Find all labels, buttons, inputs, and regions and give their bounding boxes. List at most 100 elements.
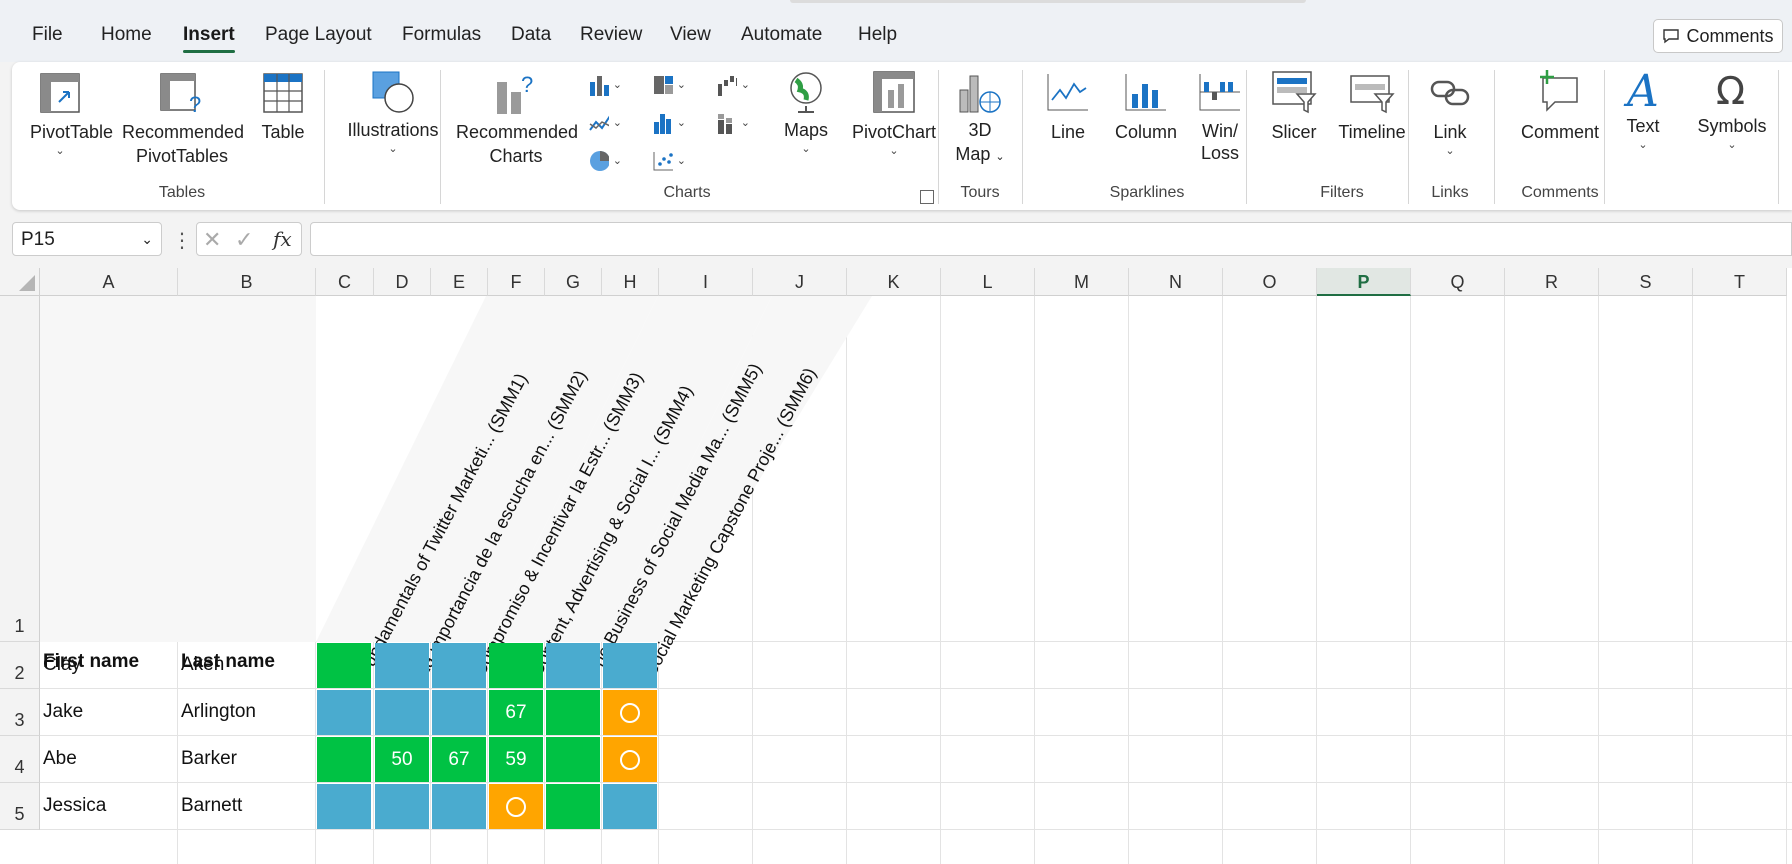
tab-help[interactable]: Help [858,24,897,46]
pivottable-button[interactable]: PivotTable ⌄ [30,72,113,158]
course-status-cell[interactable] [603,643,657,688]
recommended-charts-button[interactable]: ? Recommended Charts [456,70,578,168]
course-status-cell[interactable] [317,784,371,829]
course-status-cell[interactable] [432,643,486,688]
comments-button[interactable]: Comments [1653,19,1783,53]
tab-formulas[interactable]: Formulas [402,24,481,46]
course-status-cell[interactable] [317,690,371,735]
hierarchy-chart-button[interactable]: ⌄ [652,70,686,100]
tab-automate[interactable]: Automate [741,24,822,46]
column-header-t[interactable]: T [1693,268,1787,296]
course-status-cell[interactable] [375,784,429,829]
course-status-cell[interactable]: 59 [489,737,543,782]
column-header-q[interactable]: Q [1411,268,1505,296]
select-all-button[interactable] [0,268,40,296]
column-header-e[interactable]: E [431,268,488,296]
tab-review[interactable]: Review [580,24,642,46]
combo-chart-button[interactable]: ⌄ [716,108,750,138]
course-status-cell[interactable] [603,737,657,782]
column-header-f[interactable]: F [488,268,545,296]
row-header-2[interactable]: 2 [0,642,40,689]
column-header-h[interactable]: H [602,268,659,296]
course-status-cell[interactable] [432,690,486,735]
insert-function-icon[interactable]: fx [273,227,292,251]
new-comment-button[interactable]: Comment [1506,70,1614,144]
course-status-cell[interactable] [603,690,657,735]
column-header-s[interactable]: S [1599,268,1693,296]
waterfall-chart-button[interactable]: ⌄ [716,70,750,100]
column-header-k[interactable]: K [847,268,941,296]
cell-first-name[interactable]: Jessica [43,795,106,817]
column-header-c[interactable]: C [316,268,374,296]
scatter-chart-button[interactable]: ⌄ [652,146,686,176]
chevron-down-icon[interactable]: ⌄ [141,231,153,248]
row-header-3[interactable]: 3 [0,689,40,736]
sparkline-line-button[interactable]: Line [1040,70,1096,144]
dialog-launcher-icon[interactable] [920,190,934,204]
column-header-b[interactable]: B [178,268,316,296]
cell-last-name[interactable]: Aken [181,654,224,676]
more-options-icon[interactable]: ⋮ [172,228,192,253]
sparkline-winloss-button[interactable]: Win/ Loss [1192,70,1248,164]
tab-page-layout[interactable]: Page Layout [265,24,372,46]
cell-last-name[interactable]: Barnett [181,795,242,817]
column-header-i[interactable]: I [659,268,753,296]
column-chart-button[interactable]: ⌄ [588,70,622,100]
tab-data[interactable]: Data [511,24,551,46]
column-header-p[interactable]: P [1317,268,1411,296]
sparkline-column-button[interactable]: Column [1108,70,1184,144]
slicer-button[interactable]: Slicer [1264,70,1324,144]
statistic-chart-button[interactable]: ⌄ [652,108,686,138]
maps-button[interactable]: Maps ⌄ [776,70,836,156]
column-header-m[interactable]: M [1035,268,1129,296]
recommended-pivottables-button[interactable]: ? Recommended PivotTables [122,72,244,168]
row-header-5[interactable]: 5 [0,783,40,830]
cell-first-name[interactable]: Jake [43,701,83,723]
enter-icon[interactable]: ✓ [235,227,253,253]
cell-first-name[interactable]: Clay [43,654,81,676]
course-status-cell[interactable] [603,784,657,829]
tab-view[interactable]: View [670,24,711,46]
course-status-cell[interactable] [432,784,486,829]
illustrations-button[interactable]: Illustrations ⌄ [338,70,448,156]
name-box[interactable]: P15 ⌄ [12,222,162,256]
timeline-button[interactable]: Timeline [1332,70,1412,144]
tab-file[interactable]: File [32,24,63,46]
symbols-button[interactable]: Ω Symbols ⌄ [1692,66,1772,152]
course-status-cell[interactable] [546,690,600,735]
tab-insert[interactable]: Insert [183,24,235,53]
search-box-edge[interactable] [790,0,1306,3]
column-header-n[interactable]: N [1129,268,1223,296]
3d-map-button[interactable]: 3D Map ⌄ [952,70,1008,169]
cell-last-name[interactable]: Barker [181,748,237,770]
worksheet-grid[interactable]: ABCDEFGHIJKLMNOPQRST 12345 First name La… [0,268,1792,864]
text-button[interactable]: A Text ⌄ [1618,66,1668,152]
course-status-cell[interactable] [546,784,600,829]
tab-home[interactable]: Home [101,24,152,46]
table-button[interactable]: Table [258,72,308,144]
course-status-cell[interactable] [489,784,543,829]
column-header-l[interactable]: L [941,268,1035,296]
row-header-4[interactable]: 4 [0,736,40,783]
row-header-1[interactable]: 1 [0,296,40,642]
column-header-o[interactable]: O [1223,268,1317,296]
course-status-cell[interactable] [375,643,429,688]
line-chart-button[interactable]: ⌄ [588,108,622,138]
course-status-cell[interactable] [489,643,543,688]
column-header-a[interactable]: A [40,268,178,296]
pie-chart-button[interactable]: ⌄ [588,146,622,176]
course-status-cell[interactable] [546,737,600,782]
cancel-icon[interactable]: ✕ [203,227,221,253]
course-status-cell[interactable]: 67 [432,737,486,782]
course-status-cell[interactable] [317,643,371,688]
course-status-cell[interactable]: 50 [375,737,429,782]
cell-first-name[interactable]: Abe [43,748,77,770]
course-status-cell[interactable] [375,690,429,735]
column-header-r[interactable]: R [1505,268,1599,296]
cell-last-name[interactable]: Arlington [181,701,256,723]
column-header-g[interactable]: G [545,268,602,296]
pivotchart-button[interactable]: PivotChart ⌄ [846,70,942,158]
column-header-d[interactable]: D [374,268,431,296]
formula-input[interactable] [310,222,1792,256]
course-status-cell[interactable] [546,643,600,688]
